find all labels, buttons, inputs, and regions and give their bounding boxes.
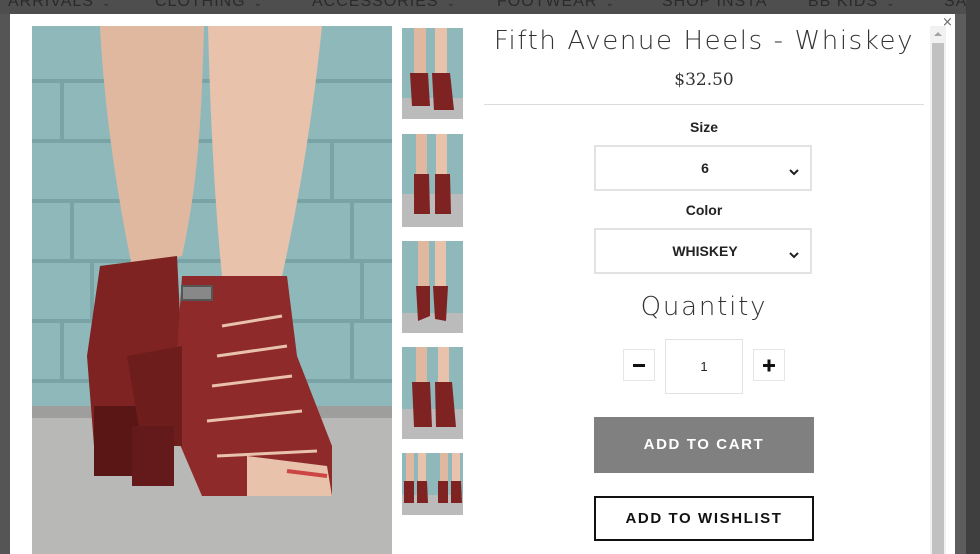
quantity-decrement-button[interactable] [623, 349, 655, 381]
add-to-cart-button[interactable]: ADD TO CART [594, 417, 814, 473]
product-main-image [32, 26, 392, 554]
divider [484, 104, 924, 105]
quick-view-modal: × Fifth Avenue Heels - Whiskey $32.50 Si… [10, 14, 955, 554]
nav-item-shop-insta[interactable]: SHOP INSTA [662, 0, 767, 11]
color-select[interactable]: WHISKEY [594, 228, 812, 274]
thumbnail-2-image [402, 134, 463, 227]
main-image-illustration [32, 26, 392, 554]
minus-icon [633, 364, 645, 367]
quantity-input[interactable] [665, 339, 743, 394]
chevron-down-icon [788, 246, 800, 265]
modal-backdrop-left[interactable] [0, 14, 10, 554]
color-label: Color [685, 202, 723, 218]
size-select[interactable]: 6 [594, 145, 812, 191]
site-navigation: ARRIVALS ⌄ CLOTHING ⌄ ACCESSORIES ⌄ FOOTWEA… [0, 0, 980, 14]
size-select-value: 6 [701, 160, 709, 176]
thumbnail-1-image [402, 28, 463, 119]
thumbnail-4-image [402, 347, 463, 439]
thumbnail-3-image [402, 241, 463, 333]
product-thumbnail[interactable] [402, 28, 463, 119]
product-price: $32.50 [674, 70, 734, 90]
chevron-down-icon [788, 163, 800, 182]
nav-item-arrivals[interactable]: ARRIVALS ⌄ [8, 0, 111, 11]
scrollbar-thumb[interactable] [932, 43, 944, 554]
color-select-value: WHISKEY [672, 243, 738, 259]
product-thumbnail[interactable] [402, 347, 463, 439]
nav-item-accessories[interactable]: ACCESSORIES ⌄ [312, 0, 456, 11]
quantity-increment-button[interactable] [753, 349, 785, 381]
nav-item-clothing[interactable]: CLOTHING ⌄ [155, 0, 263, 11]
product-thumbnail[interactable] [402, 453, 463, 515]
scroll-up-arrow-icon[interactable] [930, 26, 946, 42]
product-title: Fifth Avenue Heels - Whiskey [493, 26, 915, 56]
modal-scrollbar[interactable] [930, 26, 946, 554]
nav-item-bb-kids[interactable]: BB KIDS ⌄ [808, 0, 896, 11]
plus-icon [763, 359, 775, 372]
size-label: Size [689, 119, 718, 135]
quantity-label: Quantity [640, 292, 768, 322]
thumbnail-5-image [402, 453, 463, 515]
product-thumbnail[interactable] [402, 134, 463, 227]
product-thumbnail[interactable] [402, 241, 463, 333]
modal-backdrop-right[interactable] [966, 0, 980, 554]
nav-item-footwear[interactable]: FOOTWEAR ⌄ [497, 0, 615, 11]
add-to-wishlist-button[interactable]: ADD TO WISHLIST [594, 496, 814, 541]
